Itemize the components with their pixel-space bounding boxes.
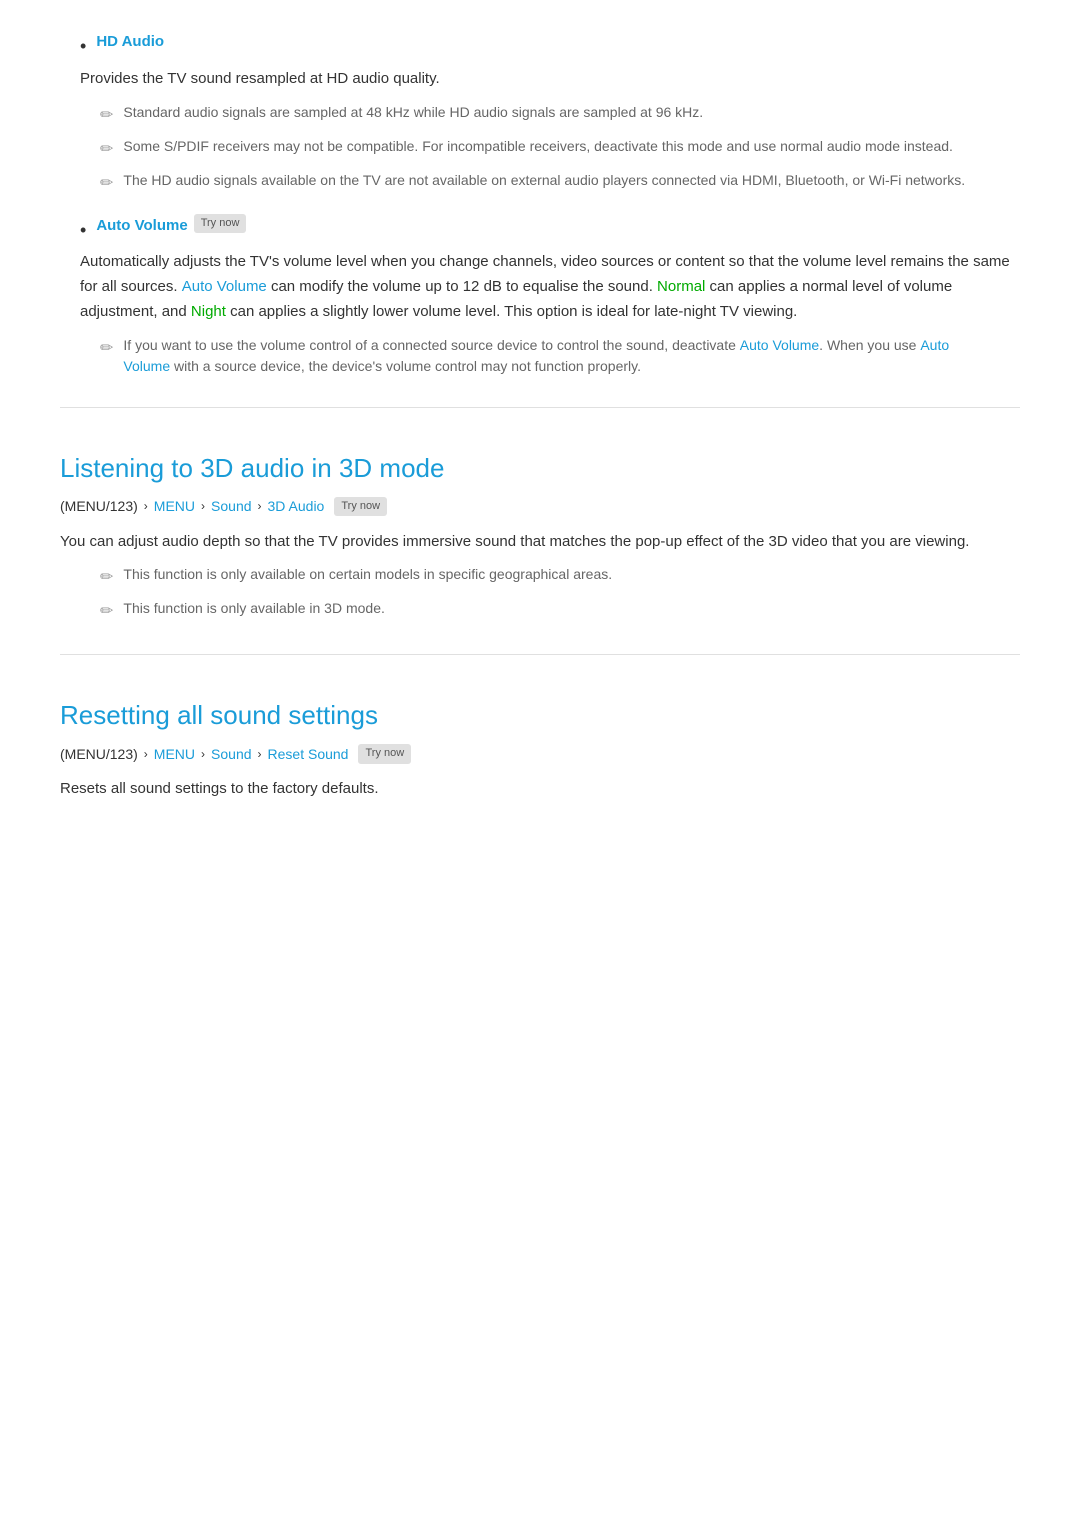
chevron-right-icon: ›: [258, 497, 262, 516]
auto-volume-bullet: • Auto Volume Try now: [60, 214, 1020, 245]
note-text-2: Some S/PDIF receivers may not be compati…: [123, 136, 953, 157]
listening-3d-breadcrumb: (MENU/123) › MENU › Sound › 3D Audio Try…: [60, 495, 1020, 517]
note-text-3d-1: This function is only available on certa…: [123, 564, 612, 585]
chevron-right-icon: ›: [258, 745, 262, 764]
listening-3d-body: You can adjust audio depth so that the T…: [60, 530, 1020, 555]
bullet-dot: •: [80, 32, 86, 61]
try-now-badge-3d[interactable]: Try now: [334, 497, 387, 517]
try-now-badge[interactable]: Try now: [194, 214, 247, 234]
hd-audio-title: HD Audio: [96, 30, 164, 54]
section-divider: [60, 407, 1020, 408]
breadcrumb-menu: MENU: [154, 743, 195, 765]
breadcrumb-menu: MENU: [154, 495, 195, 517]
hd-audio-bullet: • HD Audio: [60, 30, 1020, 61]
breadcrumb-sound: Sound: [211, 495, 251, 517]
hd-audio-section: • HD Audio Provides the TV sound resampl…: [60, 30, 1020, 196]
note-text-3d-2: This function is only available in 3D mo…: [123, 598, 384, 619]
note-item: ✏ The HD audio signals available on the …: [100, 170, 1020, 196]
auto-volume-highlight: Auto Volume: [182, 278, 267, 295]
note-item: ✏ This function is only available on cer…: [100, 564, 1020, 590]
listening-3d-heading: Listening to 3D audio in 3D mode: [60, 448, 1020, 490]
note-text-1: Standard audio signals are sampled at 48…: [123, 102, 703, 123]
pencil-icon: ✏: [100, 337, 113, 361]
try-now-badge-reset[interactable]: Try now: [358, 744, 411, 764]
chevron-right-icon: ›: [144, 497, 148, 516]
note-item: ✏ Some S/PDIF receivers may not be compa…: [100, 136, 1020, 162]
bullet-dot: •: [80, 216, 86, 245]
breadcrumb-3d-audio: 3D Audio: [268, 495, 325, 517]
auto-volume-inline2: Auto Volume: [123, 337, 949, 374]
note-item: ✏ Standard audio signals are sampled at …: [100, 102, 1020, 128]
pencil-icon: ✏: [100, 104, 113, 128]
resetting-sound-heading: Resetting all sound settings: [60, 695, 1020, 737]
auto-volume-description: Automatically adjusts the TV's volume le…: [60, 250, 1020, 324]
auto-volume-inline: Auto Volume: [740, 337, 819, 353]
chevron-right-icon: ›: [201, 745, 205, 764]
hd-audio-notes: ✏ Standard audio signals are sampled at …: [60, 102, 1020, 196]
pencil-icon: ✏: [100, 566, 113, 590]
breadcrumb-reset-sound: Reset Sound: [268, 743, 349, 765]
breadcrumb-menu123: (MENU/123): [60, 495, 138, 517]
section-divider-2: [60, 654, 1020, 655]
night-highlight: Night: [191, 303, 226, 320]
auto-volume-title: Auto Volume: [96, 214, 187, 238]
resetting-sound-body: Resets all sound settings to the factory…: [60, 777, 1020, 802]
breadcrumb-menu123: (MENU/123): [60, 743, 138, 765]
note-text-3: The HD audio signals available on the TV…: [123, 170, 965, 191]
chevron-right-icon: ›: [144, 745, 148, 764]
listening-3d-section: Listening to 3D audio in 3D mode (MENU/1…: [60, 448, 1020, 625]
resetting-sound-breadcrumb: (MENU/123) › MENU › Sound › Reset Sound …: [60, 743, 1020, 765]
resetting-sound-section: Resetting all sound settings (MENU/123) …: [60, 695, 1020, 802]
auto-volume-notes: ✏ If you want to use the volume control …: [60, 335, 1020, 377]
hd-audio-description: Provides the TV sound resampled at HD au…: [60, 67, 1020, 92]
normal-highlight: Normal: [657, 278, 705, 295]
chevron-right-icon: ›: [201, 497, 205, 516]
breadcrumb-sound-reset: Sound: [211, 743, 251, 765]
listening-3d-notes: ✏ This function is only available on cer…: [60, 564, 1020, 624]
note-item: ✏ If you want to use the volume control …: [100, 335, 1020, 377]
pencil-icon: ✏: [100, 600, 113, 624]
auto-volume-section: • Auto Volume Try now Automatically adju…: [60, 214, 1020, 377]
note-text-auto-volume: If you want to use the volume control of…: [123, 335, 1020, 377]
pencil-icon: ✏: [100, 138, 113, 162]
pencil-icon: ✏: [100, 172, 113, 196]
note-item: ✏ This function is only available in 3D …: [100, 598, 1020, 624]
